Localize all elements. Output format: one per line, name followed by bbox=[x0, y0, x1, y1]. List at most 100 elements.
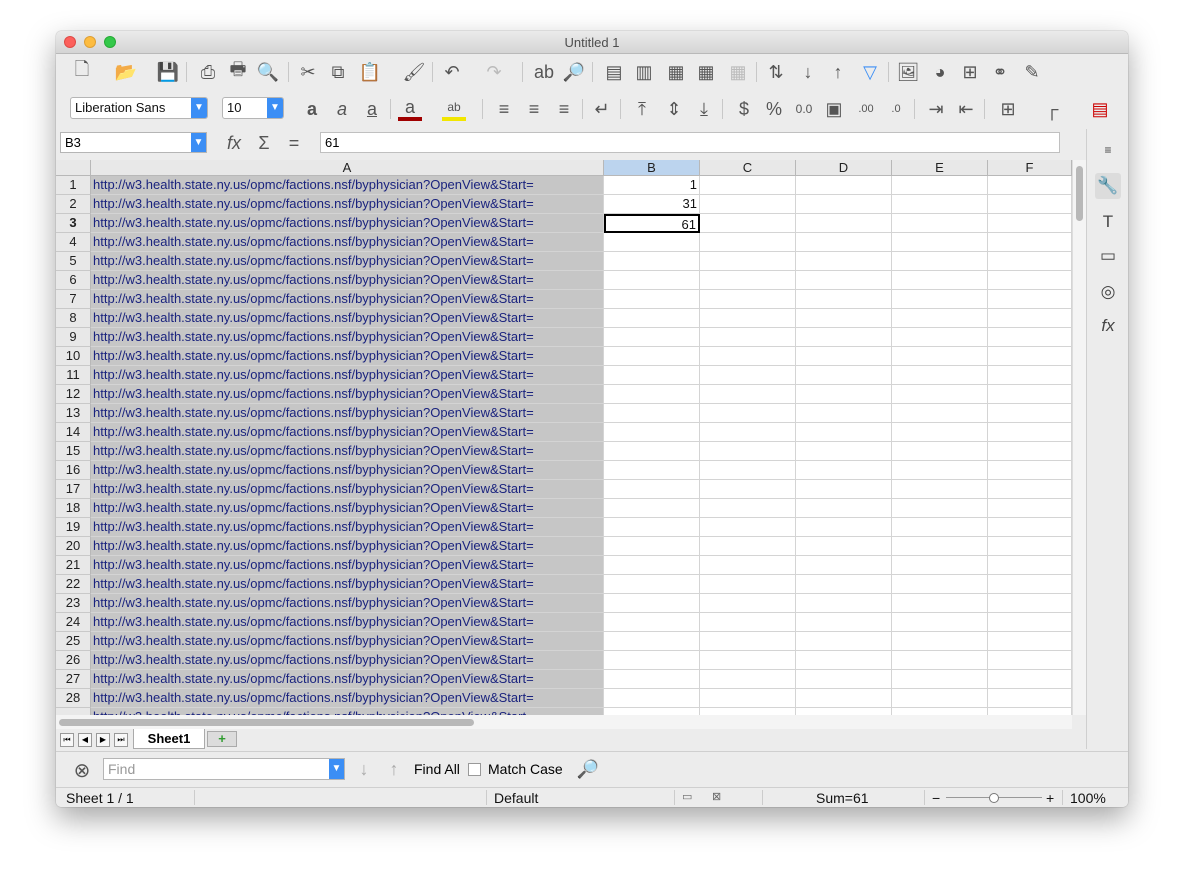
vertical-scrollbar[interactable] bbox=[1072, 160, 1087, 715]
table-cell[interactable] bbox=[988, 670, 1072, 689]
table-cell[interactable] bbox=[604, 366, 700, 385]
cell-url[interactable]: http://w3.health.state.ny.us/opmc/factio… bbox=[91, 195, 604, 214]
table-cell[interactable] bbox=[892, 632, 988, 651]
table-cell[interactable] bbox=[604, 423, 700, 442]
table-cell[interactable] bbox=[796, 309, 892, 328]
cell-url[interactable]: http://w3.health.state.ny.us/opmc/factio… bbox=[91, 537, 604, 556]
next-sheet-button[interactable]: ▶ bbox=[96, 733, 110, 747]
table-cell[interactable] bbox=[796, 385, 892, 404]
prev-sheet-button[interactable]: ◀ bbox=[78, 733, 92, 747]
table-cell[interactable] bbox=[892, 252, 988, 271]
table-cell[interactable] bbox=[700, 252, 796, 271]
align-right-icon[interactable]: ≡ bbox=[552, 97, 576, 121]
table-cell[interactable] bbox=[892, 518, 988, 537]
spelling-icon[interactable]: ab bbox=[532, 60, 556, 84]
row-header[interactable]: 3 bbox=[56, 214, 91, 233]
table-cell[interactable] bbox=[988, 537, 1072, 556]
table-cell[interactable] bbox=[604, 632, 700, 651]
italic-icon[interactable]: a bbox=[330, 97, 354, 121]
table-cell[interactable] bbox=[988, 233, 1072, 252]
table-cell[interactable] bbox=[892, 404, 988, 423]
delete-rows-icon[interactable]: ▦ bbox=[726, 60, 750, 84]
table-cell[interactable] bbox=[604, 613, 700, 632]
row-header[interactable]: 27 bbox=[56, 670, 91, 689]
sort-ascending-icon[interactable]: ↓ bbox=[796, 60, 820, 84]
cut-icon[interactable]: ✂ bbox=[296, 60, 320, 84]
row-icon[interactable]: ▤ bbox=[602, 60, 626, 84]
table-cell[interactable] bbox=[604, 328, 700, 347]
table-cell[interactable] bbox=[604, 556, 700, 575]
row-header[interactable]: 19 bbox=[56, 518, 91, 537]
cell-url[interactable]: http://w3.health.state.ny.us/opmc/factio… bbox=[91, 423, 604, 442]
table-cell[interactable] bbox=[892, 385, 988, 404]
table-cell[interactable] bbox=[988, 195, 1072, 214]
table-cell[interactable] bbox=[988, 594, 1072, 613]
row-header[interactable]: 8 bbox=[56, 309, 91, 328]
table-cell[interactable] bbox=[988, 271, 1072, 290]
table-cell[interactable] bbox=[604, 537, 700, 556]
cell-url[interactable]: http://w3.health.state.ny.us/opmc/factio… bbox=[91, 499, 604, 518]
table-cell[interactable] bbox=[988, 632, 1072, 651]
table-cell[interactable] bbox=[988, 499, 1072, 518]
borders-icon[interactable]: ⊞ bbox=[996, 97, 1020, 121]
font-size-dropdown[interactable]: 10 ▼ bbox=[222, 97, 284, 119]
table-cell[interactable] bbox=[892, 480, 988, 499]
table-cell[interactable] bbox=[988, 480, 1072, 499]
column-header-b[interactable]: B bbox=[604, 160, 700, 176]
redo-icon[interactable]: ↷ bbox=[482, 60, 506, 84]
table-cell[interactable] bbox=[892, 290, 988, 309]
navigator-icon[interactable]: ◎ bbox=[1095, 279, 1121, 305]
currency-format-icon[interactable]: $ bbox=[732, 97, 756, 121]
row-header[interactable]: 23 bbox=[56, 594, 91, 613]
table-cell[interactable] bbox=[892, 613, 988, 632]
print-preview-icon[interactable]: 🔍 bbox=[256, 60, 280, 84]
table-cell[interactable] bbox=[700, 309, 796, 328]
number-format-icon[interactable]: 0.0 bbox=[792, 97, 816, 121]
table-cell[interactable] bbox=[892, 670, 988, 689]
table-cell[interactable] bbox=[796, 176, 892, 195]
insert-image-icon[interactable]: 🖼 bbox=[896, 60, 920, 84]
find-previous-icon[interactable]: ↑ bbox=[382, 757, 406, 781]
table-cell[interactable] bbox=[988, 708, 1072, 715]
table-cell[interactable] bbox=[796, 461, 892, 480]
table-cell[interactable] bbox=[796, 708, 892, 715]
center-vertically-icon[interactable]: ⇕ bbox=[662, 97, 686, 121]
row-header[interactable]: 16 bbox=[56, 461, 91, 480]
align-top-icon[interactable]: ⤒ bbox=[630, 97, 654, 121]
table-cell[interactable] bbox=[604, 385, 700, 404]
row-header[interactable]: 9 bbox=[56, 328, 91, 347]
table-cell[interactable] bbox=[700, 423, 796, 442]
table-cell[interactable] bbox=[796, 594, 892, 613]
hyperlink-icon[interactable]: ⚭ bbox=[988, 60, 1012, 84]
table-cell[interactable] bbox=[604, 518, 700, 537]
underline-icon[interactable]: a bbox=[360, 97, 384, 121]
cell-url[interactable]: http://w3.health.state.ny.us/opmc/factio… bbox=[91, 347, 604, 366]
table-cell[interactable] bbox=[604, 480, 700, 499]
table-cell[interactable] bbox=[796, 442, 892, 461]
table-cell[interactable] bbox=[892, 708, 988, 715]
row-header[interactable]: 12 bbox=[56, 385, 91, 404]
table-cell[interactable] bbox=[892, 366, 988, 385]
row-header[interactable]: 2 bbox=[56, 195, 91, 214]
clone-formatting-icon[interactable]: 🖌 bbox=[402, 60, 426, 84]
table-cell[interactable] bbox=[796, 651, 892, 670]
cell-url[interactable]: http://w3.health.state.ny.us/opmc/factio… bbox=[91, 328, 604, 347]
row-header[interactable]: 25 bbox=[56, 632, 91, 651]
table-cell[interactable] bbox=[604, 442, 700, 461]
column-header-c[interactable]: C bbox=[700, 160, 796, 176]
zoom-slider-thumb[interactable] bbox=[989, 793, 999, 803]
match-case-checkbox[interactable] bbox=[468, 763, 481, 776]
row-header[interactable]: 18 bbox=[56, 499, 91, 518]
column-header-e[interactable]: E bbox=[892, 160, 988, 176]
table-cell[interactable] bbox=[796, 480, 892, 499]
table-cell[interactable] bbox=[892, 176, 988, 195]
cell-url[interactable]: http://w3.health.state.ny.us/opmc/factio… bbox=[91, 480, 604, 499]
table-cell[interactable] bbox=[700, 195, 796, 214]
table-cell[interactable] bbox=[988, 366, 1072, 385]
print-icon[interactable]: 🖶 bbox=[226, 59, 250, 84]
insert-columns-icon[interactable]: ▦ bbox=[694, 60, 718, 84]
cell-number[interactable]: 1 bbox=[604, 176, 700, 195]
table-cell[interactable] bbox=[988, 176, 1072, 195]
table-cell[interactable] bbox=[796, 271, 892, 290]
column-header-f[interactable]: F bbox=[988, 160, 1072, 176]
